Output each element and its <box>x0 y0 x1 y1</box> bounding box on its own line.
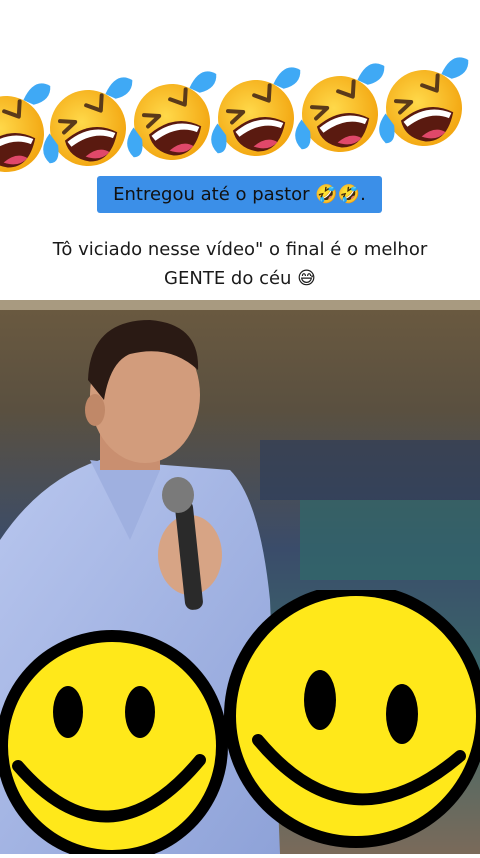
caption-emojis: 🤣🤣. <box>315 184 366 205</box>
smiley-overlay <box>0 584 480 858</box>
laughing-emoji-row <box>0 0 480 180</box>
description-line-2: GENTE do céu 😅 <box>164 268 316 289</box>
description-line-1: Tô viciado nesse vídeo" o final é o melh… <box>52 239 428 260</box>
caption-text: Entregou até o pastor <box>113 184 310 205</box>
caption-badge: Entregou até o pastor 🤣🤣. <box>97 176 382 213</box>
smiley-face-icon <box>224 584 480 848</box>
post-description: Tô viciado nesse vídeo" o final é o melh… <box>0 235 480 293</box>
smiley-face-icon <box>0 630 228 858</box>
